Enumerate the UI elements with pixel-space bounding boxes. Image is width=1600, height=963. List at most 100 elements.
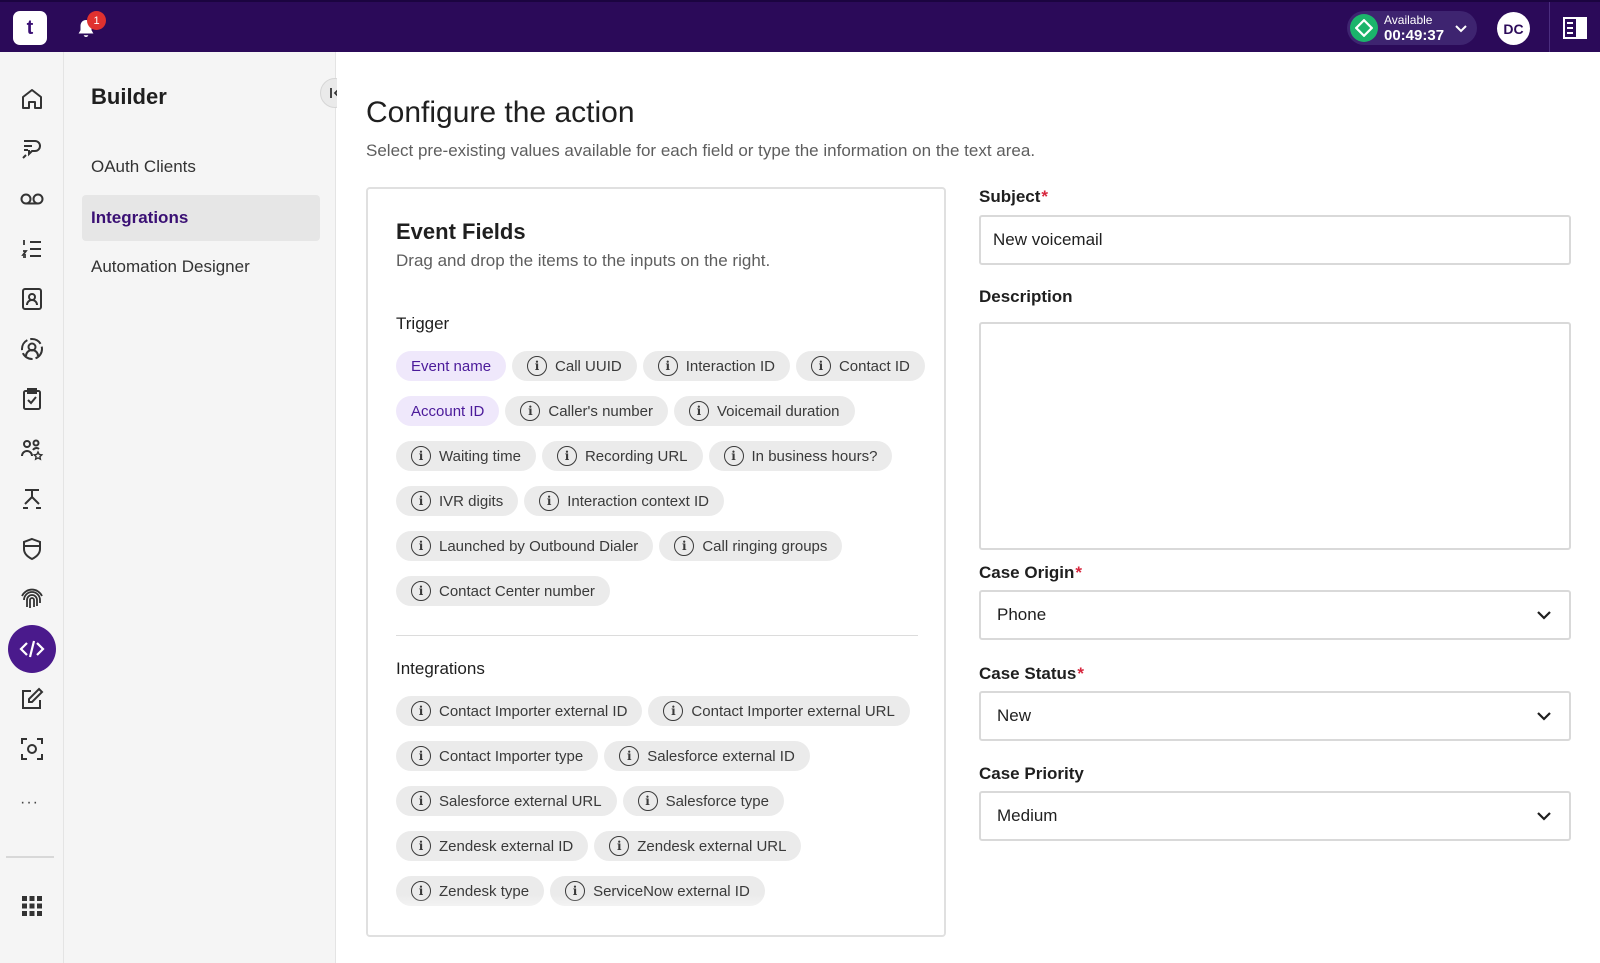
event-field-chip[interactable]: i Contact Importer type	[396, 741, 599, 771]
required-mark: *	[1075, 563, 1083, 582]
case-status-label: Case Status*	[979, 664, 1084, 684]
clipboard-check-icon[interactable]	[8, 375, 56, 423]
chip-label: Salesforce external URL	[439, 792, 602, 810]
agent-icon[interactable]	[8, 325, 56, 373]
chip-label: Salesforce external ID	[647, 747, 795, 765]
subject-label: Subject*	[979, 187, 1048, 207]
sidebar-title: Builder	[91, 84, 167, 109]
description-label: Description	[979, 287, 1073, 306]
subject-input[interactable]	[979, 215, 1571, 265]
shield-icon[interactable]	[8, 525, 56, 573]
event-field-chip[interactable]: i IVR digits	[396, 486, 519, 516]
chip-label: IVR digits	[439, 492, 504, 510]
info-icon: i	[411, 836, 431, 856]
case-status-label-text: Case Status	[979, 664, 1077, 683]
nav-rail: ···	[0, 52, 64, 963]
scan-icon[interactable]	[8, 725, 56, 773]
chip-label: Recording URL	[584, 447, 688, 465]
event-field-chip[interactable]: i Contact ID	[795, 351, 925, 381]
case-origin-select[interactable]: Phone	[979, 590, 1571, 640]
logo-text: t	[26, 16, 34, 39]
apps-grid-icon[interactable]	[8, 882, 56, 930]
chat-bubble-icon[interactable]	[8, 125, 56, 173]
chip-label: Zendesk external ID	[439, 837, 574, 855]
agent-status-selector[interactable]: Available 00:49:37	[1347, 11, 1477, 45]
event-field-chip[interactable]: i Launched by Outbound Dialer	[396, 531, 654, 561]
sidebar-item-integrations[interactable]: Integrations	[82, 195, 320, 241]
home-icon[interactable]	[8, 75, 56, 123]
chip-label: Interaction ID	[685, 357, 775, 375]
info-icon: i	[411, 701, 431, 721]
event-field-chip[interactable]: i Salesforce type	[622, 786, 784, 816]
status-timer: 00:49:37	[1384, 26, 1445, 44]
top-bar: t 1 Available 00:49:37 DC	[0, 0, 1600, 54]
chip-label: Contact Importer external ID	[439, 702, 628, 720]
case-status-select[interactable]: New	[979, 691, 1571, 741]
required-mark: *	[1077, 664, 1084, 683]
info-icon: i	[723, 446, 744, 466]
chip-label: Contact ID	[838, 357, 910, 375]
list-icon[interactable]	[8, 225, 56, 273]
avatar[interactable]: DC	[1497, 12, 1530, 45]
case-priority-select[interactable]: Medium	[979, 791, 1571, 841]
info-icon: i	[657, 356, 678, 376]
case-priority-value: Medium	[997, 806, 1058, 825]
chip-label: Contact Importer external URL	[691, 702, 895, 720]
event-field-chip[interactable]: i Zendesk external ID	[396, 831, 589, 861]
scroll-fade	[368, 895, 944, 935]
info-icon: i	[520, 401, 541, 421]
event-field-chip[interactable]: i Call UUID	[512, 351, 637, 381]
event-field-chip[interactable]: i Contact Center number	[396, 576, 610, 606]
event-field-chip[interactable]: i Salesforce external URL	[396, 786, 617, 816]
chip-label: Zendesk external URL	[637, 837, 787, 855]
flow-icon[interactable]	[8, 475, 56, 523]
chip-label: Call ringing groups	[702, 537, 828, 555]
event-field-chip[interactable]: i Call ringing groups	[659, 531, 843, 561]
status-label: Available	[1384, 12, 1433, 27]
fingerprint-icon[interactable]	[8, 575, 56, 623]
sidebar-item-oauth-clients[interactable]: OAuth Clients	[82, 144, 320, 190]
voicemail-icon[interactable]	[8, 175, 56, 223]
contacts-icon[interactable]	[8, 275, 56, 323]
event-field-chip[interactable]: i Contact Importer external URL	[648, 696, 910, 726]
case-origin-value: Phone	[997, 605, 1047, 624]
chip-label: Call UUID	[555, 357, 622, 375]
chip-label: Event name	[411, 357, 492, 375]
code-icon[interactable]	[8, 625, 56, 673]
description-textarea[interactable]	[979, 322, 1571, 550]
team-star-icon[interactable]	[8, 425, 56, 473]
info-icon: i	[810, 356, 831, 376]
event-fields-subtitle: Drag and drop the items to the inputs on…	[396, 251, 771, 270]
event-field-chip[interactable]: i Voicemail duration	[673, 396, 855, 426]
chip-label: Waiting time	[439, 447, 521, 465]
page-subtitle: Select pre-existing values available for…	[366, 141, 1036, 160]
notification-badge: 1	[87, 11, 106, 30]
event-field-chip[interactable]: i Recording URL	[541, 441, 703, 471]
status-available-icon	[1350, 14, 1378, 42]
event-field-chip[interactable]: i Salesforce external ID	[604, 741, 810, 771]
more-icon[interactable]: ···	[20, 794, 39, 812]
event-field-chip[interactable]: i Interaction context ID	[524, 486, 724, 516]
builder-sidebar: Builder OAuth Clients Integrations Autom…	[64, 52, 336, 963]
case-priority-label: Case Priority	[979, 764, 1084, 783]
event-field-chip[interactable]: i Waiting time	[396, 441, 536, 471]
subject-label-text: Subject	[979, 187, 1041, 206]
chip-label: Caller's number	[548, 402, 653, 420]
edit-icon[interactable]	[8, 675, 56, 723]
event-field-chip[interactable]: i Interaction ID	[642, 351, 790, 381]
sidebar-item-automation-designer[interactable]: Automation Designer	[82, 244, 320, 290]
event-field-chip[interactable]: i In business hours?	[708, 441, 893, 471]
event-field-chip[interactable]: i Zendesk external URL	[594, 831, 802, 861]
chip-label: Contact Importer type	[439, 747, 584, 765]
event-field-chip[interactable]: i Caller's number	[505, 396, 668, 426]
event-field-chip[interactable]: i Contact Importer external ID	[396, 696, 643, 726]
info-icon: i	[688, 401, 709, 421]
side-panel-icon[interactable]	[1563, 17, 1587, 39]
event-field-chip[interactable]: Account ID	[396, 396, 500, 426]
integration-chips: i Contact Importer external ID i Contact Im…	[396, 696, 926, 921]
chevron-down-icon	[1537, 712, 1551, 721]
event-field-chip[interactable]: Event name	[396, 351, 507, 381]
app-logo[interactable]: t	[13, 11, 47, 45]
trigger-section-label: Trigger	[396, 314, 450, 333]
info-icon: i	[527, 356, 548, 376]
